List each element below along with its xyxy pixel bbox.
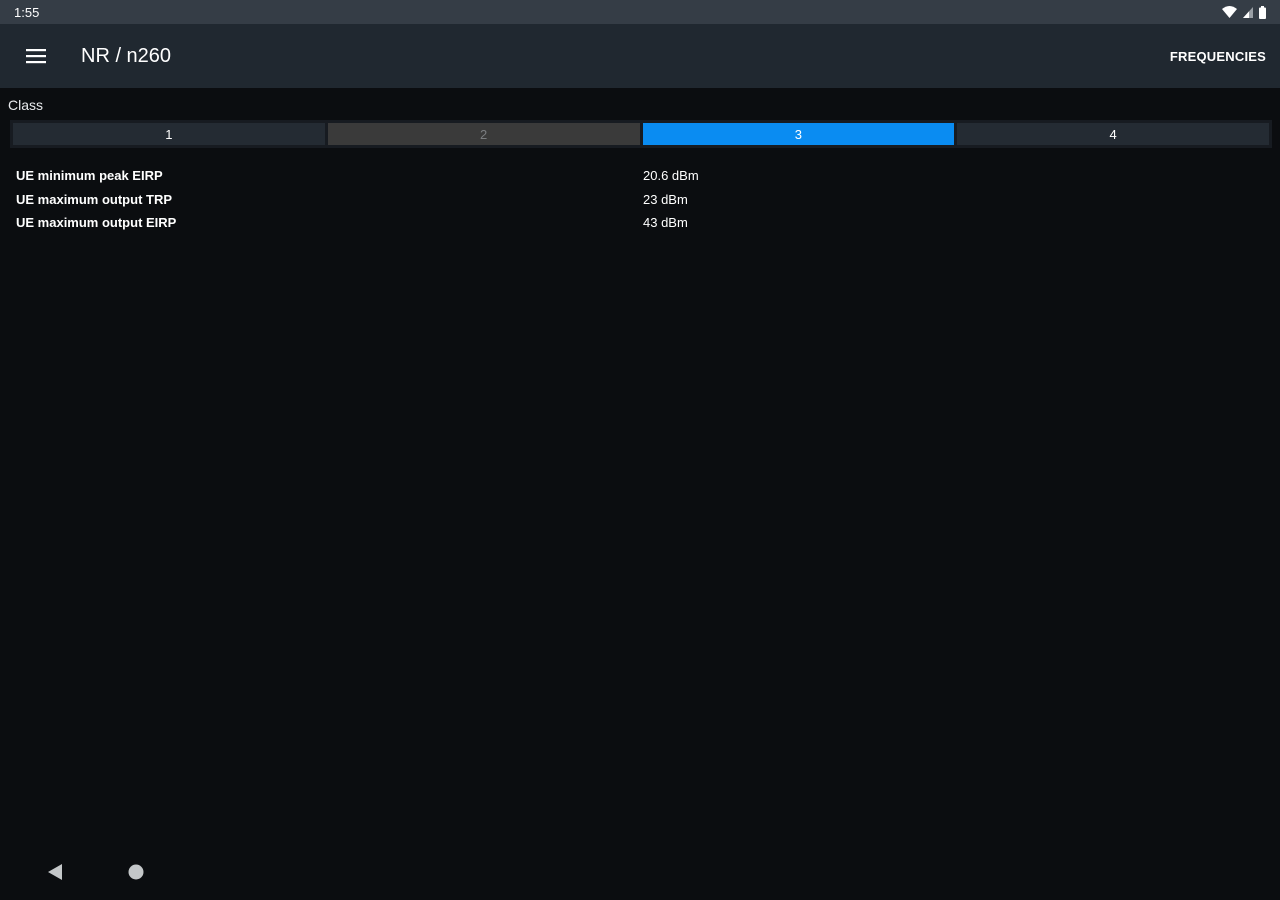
navigation-bar — [0, 844, 1280, 900]
home-button[interactable] — [128, 864, 144, 885]
property-value: 20.6 dBm — [643, 168, 699, 184]
property-value: 43 dBm — [643, 215, 688, 231]
class-option-3[interactable]: 3 — [642, 123, 955, 145]
properties-list: UE minimum peak EIRP 20.6 dBm UE maximum… — [16, 164, 1266, 235]
class-selector: 1 2 3 4 — [10, 120, 1272, 148]
frequencies-button[interactable]: FREQUENCIES — [1170, 49, 1266, 64]
property-name: UE maximum output EIRP — [16, 215, 177, 231]
home-icon — [128, 864, 144, 880]
back-button[interactable] — [46, 863, 64, 886]
cell-signal-icon — [1243, 6, 1253, 18]
property-row: UE maximum output EIRP 43 dBm — [16, 211, 1266, 235]
property-row: UE minimum peak EIRP 20.6 dBm — [16, 164, 1266, 188]
status-bar: 1:55 — [0, 0, 1280, 24]
property-name: UE minimum peak EIRP — [16, 168, 163, 184]
class-option-2: 2 — [327, 123, 640, 145]
back-icon — [48, 864, 62, 880]
page-title: NR / n260 — [81, 44, 172, 67]
class-option-4[interactable]: 4 — [957, 123, 1269, 145]
menu-icon — [26, 49, 46, 64]
app-bar: NR / n260 FREQUENCIES — [0, 24, 1280, 88]
menu-button[interactable] — [24, 44, 48, 68]
status-time: 1:55 — [14, 4, 40, 20]
class-label: Class — [8, 97, 44, 113]
class-option-1[interactable]: 1 — [13, 123, 325, 145]
wifi-icon — [1222, 6, 1237, 18]
property-value: 23 dBm — [643, 191, 688, 207]
status-icons — [1222, 5, 1266, 19]
battery-icon — [1259, 5, 1266, 19]
property-name: UE maximum output TRP — [16, 191, 173, 207]
property-row: UE maximum output TRP 23 dBm — [16, 188, 1266, 212]
